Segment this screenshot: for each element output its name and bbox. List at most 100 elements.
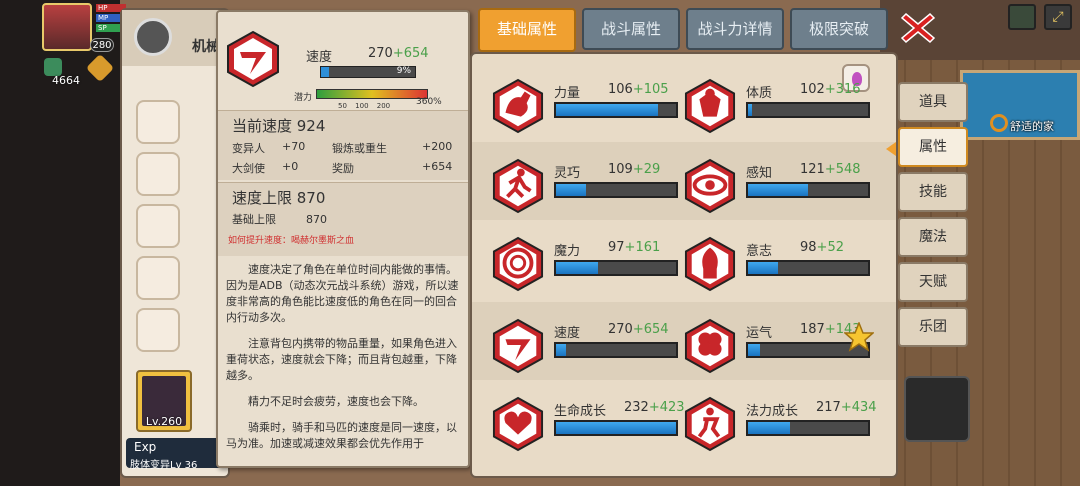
speed-detail-tooltip: 速度 270+654 9% 潜力 50 100 200 360% 当前速度 92…: [216, 10, 470, 468]
attribute-name: 魔力: [554, 244, 581, 259]
tab-basic-attributes[interactable]: 基础属性: [478, 8, 576, 52]
attribute-tabs: 基础属性 战斗属性 战斗力详情 极限突破: [478, 8, 888, 54]
attribute-value: 97+161: [608, 240, 661, 255]
star-icon[interactable]: [844, 322, 874, 352]
attribute-magic[interactable]: 魔力 97+161: [478, 228, 678, 298]
breakdown-label: 奖励: [332, 162, 354, 175]
attribute-value: 270+654: [608, 322, 669, 337]
current-speed-section: 当前速度 924 变异人 +70 锻炼或重生 +200 大剑使 +0 奖励 +6…: [218, 110, 468, 180]
speed-howto-link[interactable]: 如何提升速度：喝赫尔墨斯之血: [218, 233, 468, 246]
attribute-life-growth[interactable]: 生命成长 232+423: [478, 388, 685, 458]
attribute-bar-fill: [556, 104, 658, 116]
equip-slot-arm[interactable]: [136, 256, 180, 300]
attribute-name: 法力成长: [746, 404, 799, 419]
equip-slot-neck[interactable]: [136, 152, 180, 196]
equip-slot-ring[interactable]: [136, 308, 180, 352]
speed-cap-base: 基础上限 870: [232, 213, 327, 226]
attributes-body: 力量 106+105 体质 102+316 灵巧 109+29 感知 121+548 魔力 97+…: [470, 52, 898, 478]
magic-icon: [492, 236, 544, 292]
attribute-name: 生命成长: [554, 404, 607, 419]
class-emblem-icon: [134, 18, 172, 56]
equip-slot-head[interactable]: [136, 100, 180, 144]
player-level-badge: 280: [90, 38, 114, 52]
attribute-bar-fill: [748, 262, 778, 274]
mana-growth-icon: [684, 396, 736, 452]
attribute-constitution[interactable]: 体质 102+316: [670, 70, 870, 140]
attribute-value: 98+52: [800, 240, 844, 255]
speed-description: 速度决定了角色在单位时间内能做的事情。因为是ADB（动态次元战斗系统）游戏，所以…: [226, 262, 460, 462]
potential-ticks: 50 100 200: [338, 102, 391, 110]
tooltip-stat-bar-pct: 9%: [396, 66, 411, 76]
breakdown-value: +0: [282, 160, 299, 173]
attribute-bar-fill: [556, 422, 676, 434]
current-speed-title: 当前速度 924: [232, 117, 326, 135]
hero-level: Lv.260: [145, 415, 183, 428]
will-icon: [684, 236, 736, 292]
attribute-bar: [746, 420, 870, 436]
strength-icon: [492, 78, 544, 134]
breakdown-value: +200: [422, 140, 453, 153]
action-button[interactable]: [904, 376, 970, 442]
side-menu-items[interactable]: 道具: [898, 82, 968, 122]
attribute-bar: [554, 342, 678, 358]
attribute-value: 217+434: [816, 400, 877, 415]
attribute-bar-fill: [556, 262, 598, 274]
player-portrait[interactable]: [42, 3, 92, 51]
exp-box: Exp 肢体变异Lv 36: [126, 438, 226, 471]
breakdown-label: 锻炼或重生: [332, 142, 387, 155]
breakdown-label: 大剑使: [232, 162, 265, 175]
exp-subtitle: 肢体变异Lv 36: [130, 460, 198, 471]
description-paragraph: 骑乘时，骑手和马匹的速度是同一速度，以马为准。加速或减速效果都会优先作用于: [226, 421, 457, 450]
side-menu-active-arrow: [886, 142, 896, 156]
network-icon[interactable]: [1008, 4, 1036, 30]
attribute-value: 106+105: [608, 82, 669, 97]
breakdown-label: 变异人: [232, 142, 265, 155]
side-menu-attributes[interactable]: 属性: [898, 127, 968, 167]
room-label: 舒适的家: [1010, 120, 1054, 133]
character-panel: 机械 Lv.260 Exp 肢体变异Lv 36: [120, 8, 230, 478]
attribute-value: 121+548: [800, 162, 861, 177]
attribute-value: 109+29: [608, 162, 661, 177]
exp-label: Exp: [134, 440, 157, 454]
attribute-name: 灵巧: [554, 166, 581, 181]
breakdown-value: +70: [282, 140, 306, 153]
speed-cap-title: 速度上限 870: [232, 189, 326, 207]
potential-bar: [316, 89, 428, 99]
attribute-luck[interactable]: 运气 187+143: [670, 310, 870, 380]
tooltip-stat-bar-fill: [321, 67, 330, 77]
life-growth-icon: [492, 396, 544, 452]
attribute-strength[interactable]: 力量 106+105: [478, 70, 678, 140]
attribute-name: 意志: [746, 244, 773, 259]
tab-combat-power-details[interactable]: 战斗力详情: [686, 8, 784, 50]
attribute-speed[interactable]: 速度 270+654: [478, 310, 678, 380]
attribute-name: 速度: [554, 326, 581, 341]
description-paragraph: 速度决定了角色在单位时间内能做的事情。因为是ADB（动态次元战斗系统）游戏，所以…: [226, 263, 459, 324]
attribute-will[interactable]: 意志 98+52: [670, 228, 870, 298]
tooltip-stat-name: 速度: [306, 50, 333, 65]
attribute-bar: [746, 102, 870, 118]
side-menu-band[interactable]: 乐团: [898, 307, 968, 347]
attribute-mana-growth[interactable]: 法力成长 217+434: [670, 388, 877, 458]
close-icon[interactable]: [900, 10, 936, 46]
attribute-bar: [554, 420, 678, 436]
character-panel-header: 机械: [122, 10, 228, 66]
speed-icon: [492, 318, 544, 374]
side-menu-skills[interactable]: 技能: [898, 172, 968, 212]
attribute-name: 力量: [554, 86, 581, 101]
tooltip-stat-value: 270+654: [368, 46, 429, 61]
side-menu-talents[interactable]: 天赋: [898, 262, 968, 302]
potential-label: 潜力: [294, 93, 313, 103]
tab-combat-attributes[interactable]: 战斗属性: [582, 8, 680, 50]
hero-card[interactable]: Lv.260: [136, 370, 192, 432]
fullscreen-icon[interactable]: ⤢: [1044, 4, 1072, 30]
agility-icon: [492, 158, 544, 214]
equip-slot-body[interactable]: [136, 204, 180, 248]
constitution-icon: [684, 78, 736, 134]
speed-cap-section: 速度上限 870 基础上限 870 如何提升速度：喝赫尔墨斯之血: [218, 182, 468, 256]
attribute-bar-fill: [748, 104, 752, 116]
attribute-perception[interactable]: 感知 121+548: [670, 150, 870, 220]
side-menu-magic[interactable]: 魔法: [898, 217, 968, 257]
attribute-bar: [554, 260, 678, 276]
tab-limit-break[interactable]: 极限突破: [790, 8, 888, 50]
attribute-agility[interactable]: 灵巧 109+29: [478, 150, 678, 220]
